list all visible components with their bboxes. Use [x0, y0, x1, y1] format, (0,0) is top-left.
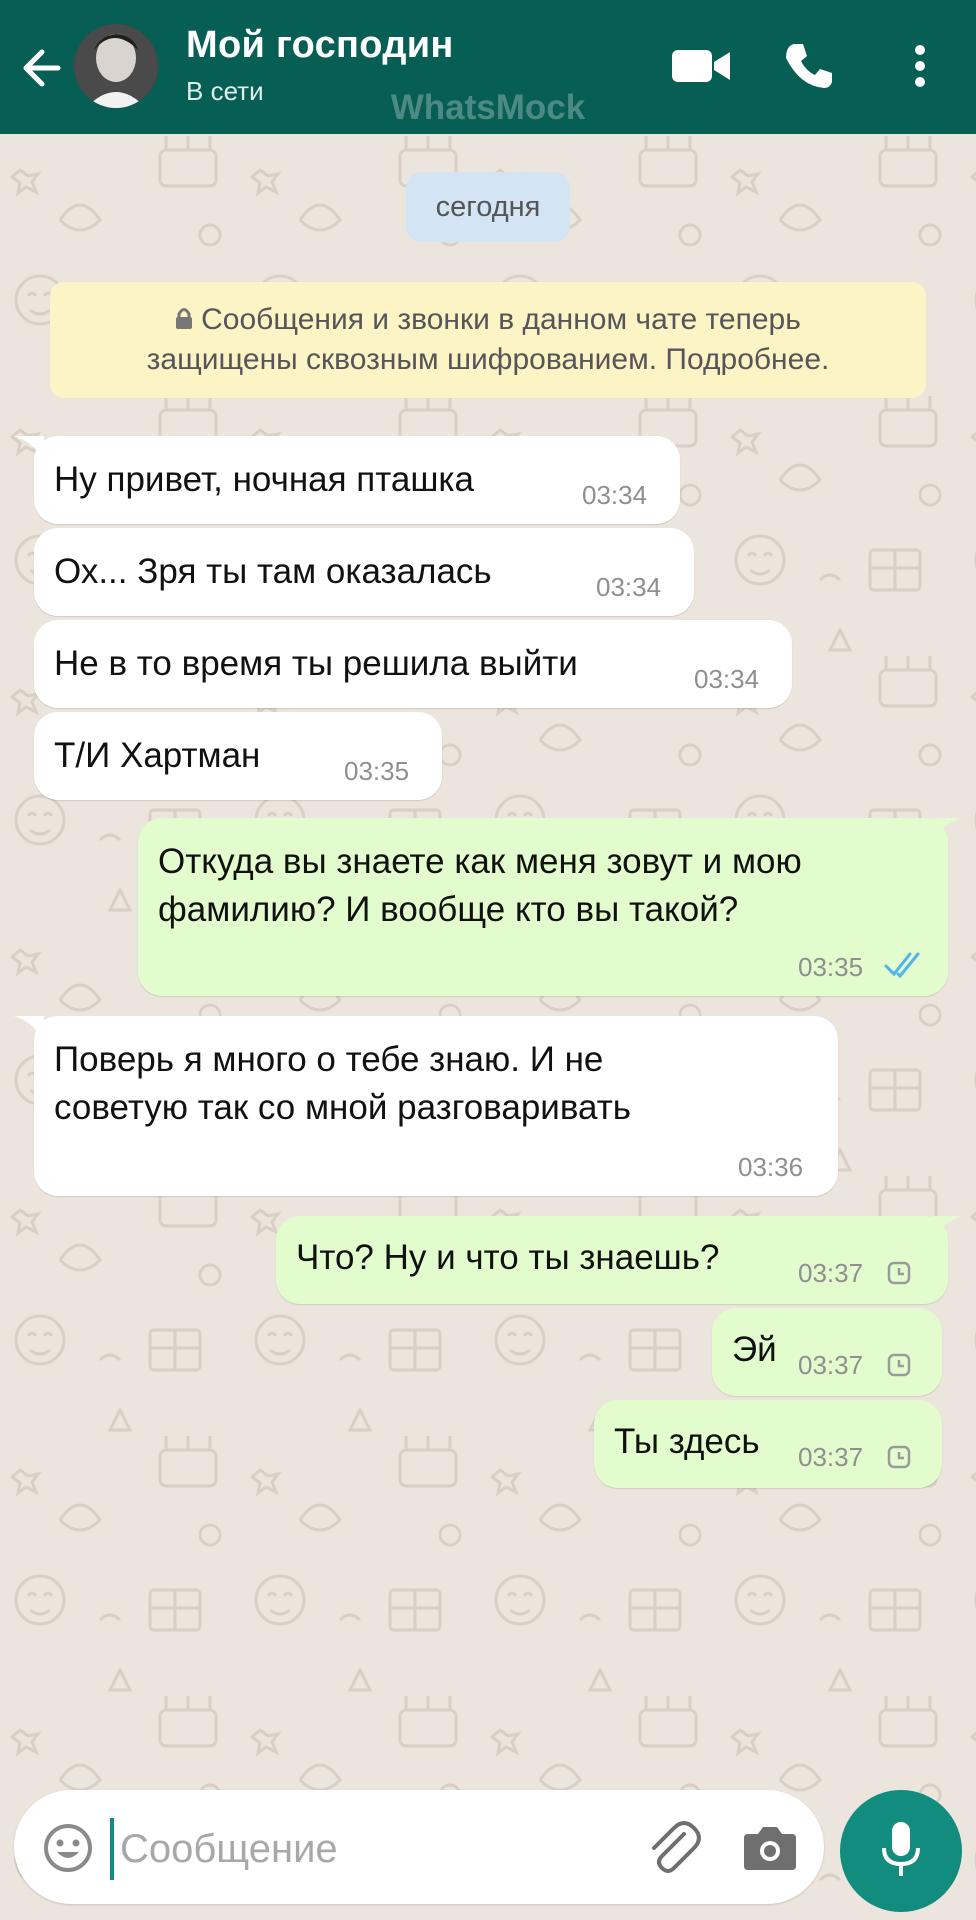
clock-pending-icon — [887, 1353, 911, 1377]
lock-icon — [176, 308, 193, 329]
message-outgoing[interactable]: Эй 03:37 — [712, 1308, 942, 1396]
watermark: WhatsMock — [390, 88, 586, 127]
message-outgoing[interactable]: Откуда вы знаете как меня зовут и мою фа… — [138, 818, 948, 996]
encryption-text-line2: защищены сквозным шифрованием. Подробнее… — [146, 343, 830, 376]
message-incoming[interactable]: Ох... Зря ты там оказалась 03:34 — [34, 528, 694, 616]
contact-name[interactable]: Мой господин — [186, 24, 454, 67]
emoji-icon[interactable] — [40, 1820, 96, 1876]
message-text-line1: Поверь я много о тебе знаю. И не — [54, 1040, 604, 1079]
date-separator: сегодня — [406, 172, 570, 242]
message-text-line1: Откуда вы знаете как меня зовут и мою — [158, 842, 802, 881]
message-text-line2: фамилию? И вообще кто вы такой? — [158, 890, 739, 929]
message-time: 03:34 — [694, 664, 760, 694]
message-incoming[interactable]: Поверь я много о тебе знаю. И не советую… — [34, 1016, 838, 1196]
message-time: 03:34 — [582, 480, 648, 510]
microphone-icon — [882, 1822, 920, 1876]
phone-icon[interactable] — [780, 38, 836, 94]
message-outgoing[interactable]: Что? Ну и что ты знаешь? 03:37 — [276, 1216, 948, 1304]
message-incoming[interactable]: Т/И Хартман 03:35 — [34, 712, 442, 800]
message-time: 03:34 — [596, 572, 662, 602]
message-time: 03:37 — [798, 1350, 864, 1380]
message-incoming[interactable]: Не в то время ты решила выйти 03:34 — [34, 620, 792, 708]
message-input[interactable] — [110, 1818, 642, 1880]
camera-icon[interactable] — [742, 1820, 798, 1874]
paperclip-icon[interactable] — [644, 1818, 702, 1876]
chat-header: Мой господин В сети WhatsMock — [0, 0, 976, 134]
message-text: Ох... Зря ты там оказалась — [54, 552, 492, 591]
message-time: 03:37 — [798, 1258, 864, 1288]
message-time: 03:35 — [798, 952, 864, 982]
video-camera-icon[interactable] — [668, 38, 734, 94]
message-time: 03:37 — [798, 1442, 864, 1472]
message-text: Не в то время ты решила выйти — [54, 644, 578, 683]
message-text-line2: советую так со мной разговаривать — [54, 1088, 632, 1127]
encryption-notice[interactable]: Сообщения и звонки в данном чате теперь … — [50, 282, 926, 398]
message-text: Ты здесь — [614, 1422, 760, 1461]
mic-button[interactable] — [840, 1790, 962, 1912]
clock-pending-icon — [887, 1261, 911, 1285]
message-outgoing[interactable]: Ты здесь 03:37 — [594, 1400, 942, 1488]
message-incoming[interactable]: Ну привет, ночная пташка 03:34 — [34, 436, 680, 524]
encryption-text-line1: Сообщения и звонки в данном чате теперь — [201, 303, 801, 336]
double-check-read-icon — [884, 952, 920, 978]
message-text: Ну привет, ночная пташка — [54, 460, 474, 499]
clock-pending-icon — [887, 1445, 911, 1469]
message-text: Т/И Хартман — [54, 736, 261, 775]
message-time: 03:36 — [738, 1152, 804, 1182]
message-text: Что? Ну и что ты знаешь? — [296, 1238, 720, 1277]
message-composer — [14, 1790, 824, 1904]
message-time: 03:35 — [344, 756, 410, 786]
message-text: Эй — [732, 1330, 777, 1369]
more-vertical-icon[interactable] — [900, 38, 940, 94]
